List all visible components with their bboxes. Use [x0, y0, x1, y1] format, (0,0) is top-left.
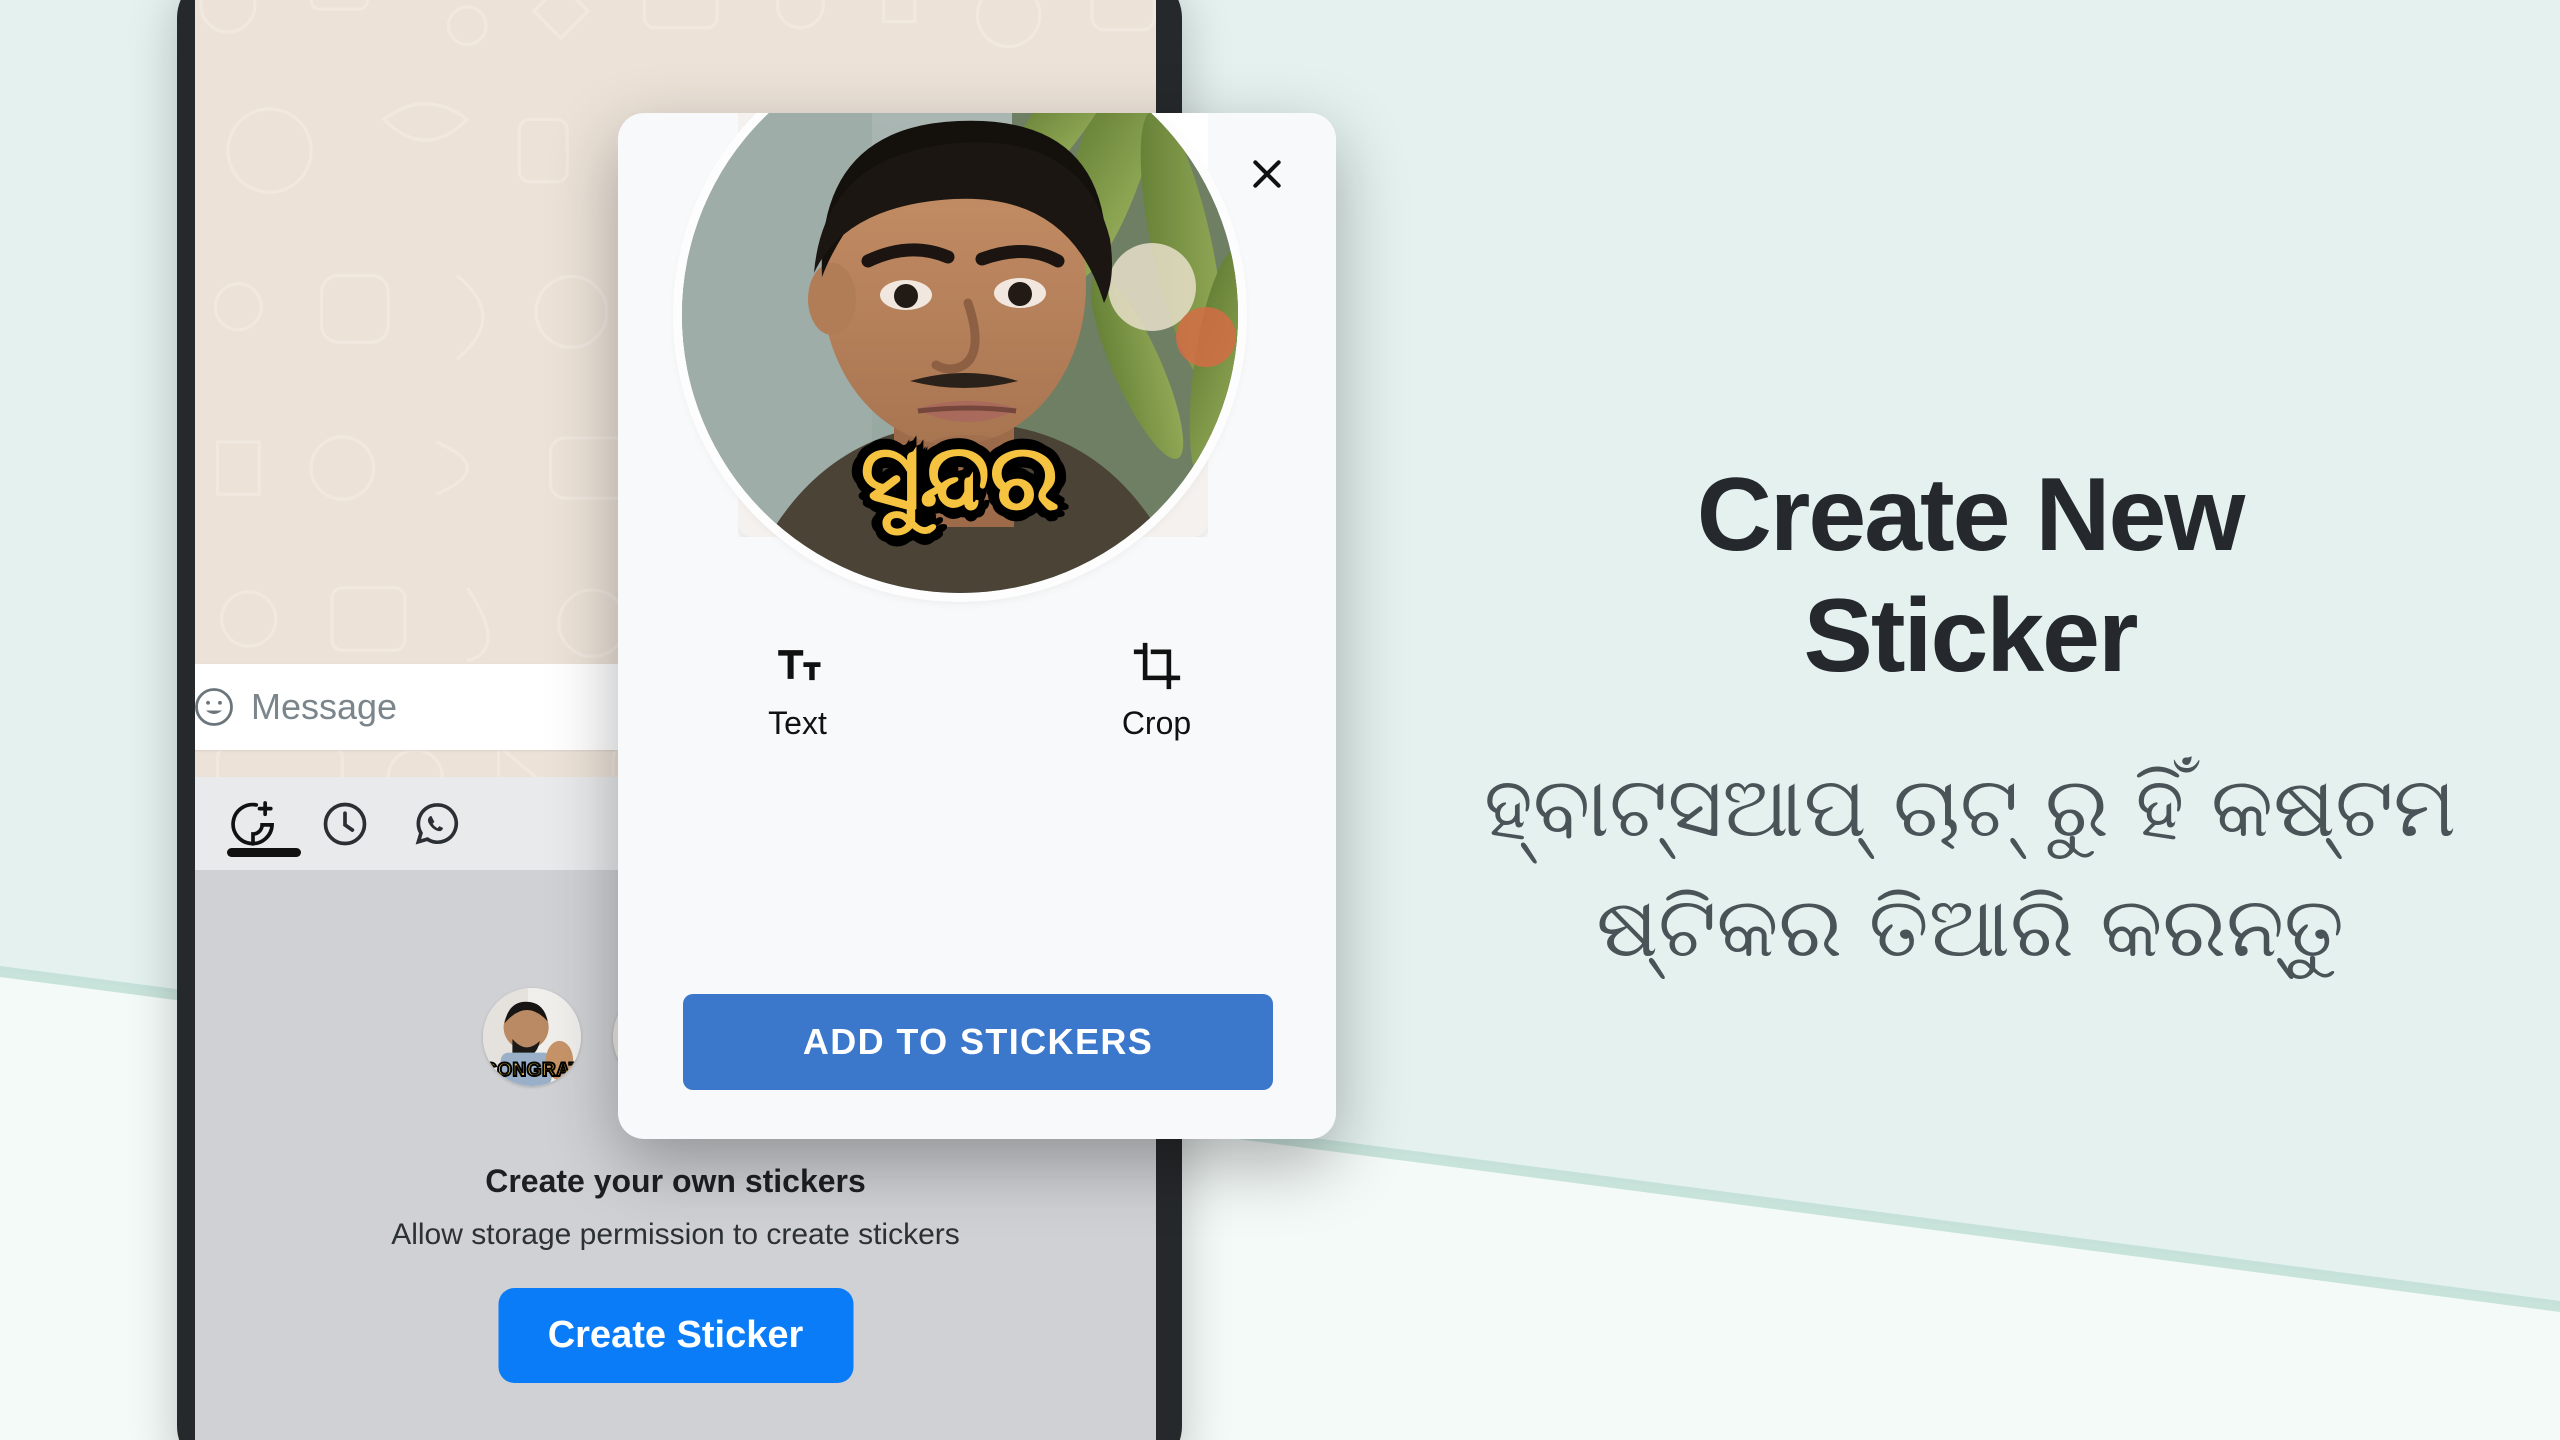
crop-icon — [1133, 642, 1180, 690]
sticker-add-icon[interactable] — [227, 798, 279, 850]
text-format-icon — [777, 650, 820, 681]
promo-title-line-2: Sticker — [1803, 577, 2139, 694]
smiley-icon[interactable] — [195, 686, 235, 728]
promo-subtitle-line-1: ହ୍ବାଟ୍ସଆପ୍ ଚାଟ୍ ରୁ ହିଁ କଷ୍ଟମ — [1483, 758, 2457, 857]
crop-tool-button[interactable]: Crop — [977, 641, 1336, 771]
promo-title: Create New Sticker — [1390, 455, 2550, 696]
crop-tool-label: Crop — [1121, 705, 1192, 741]
tray-sticker-label: CONGRATS — [483, 1059, 581, 1082]
sticker-tools-row: Text Crop — [618, 641, 1336, 771]
add-to-stickers-button[interactable]: ADD TO STICKERS — [683, 994, 1273, 1090]
create-sticker-button[interactable]: Create Sticker — [498, 1288, 853, 1383]
text-tool-button[interactable]: Text — [618, 641, 977, 771]
text-tool-label: Text — [768, 705, 827, 741]
tray-empty-subtitle: Allow storage permission to create stick… — [391, 1218, 960, 1251]
sticker-preview[interactable]: ସୁନ୍ଦର — [642, 113, 1282, 649]
whatsapp-icon[interactable] — [411, 798, 463, 850]
promo-title-line-1: Create New — [1696, 457, 2245, 573]
create-sticker-dialog: ସୁନ୍ଦର Text Crop ADD TO STICKERS — [618, 113, 1336, 1139]
promo-copy: Create New Sticker ହ୍ବାଟ୍ସଆପ୍ ଚାଟ୍ ରୁ ହି… — [1390, 455, 2550, 987]
sticker-caption-text: ସୁନ୍ଦର — [860, 424, 1060, 531]
tray-sticker-congrats[interactable]: CONGRATS — [483, 988, 581, 1086]
active-tab-indicator — [227, 848, 301, 857]
clock-icon[interactable] — [319, 798, 371, 850]
tray-empty-title: Create your own stickers — [485, 1163, 866, 1199]
message-input-placeholder[interactable]: Message — [251, 686, 397, 728]
promo-subtitle: ହ୍ବାଟ୍ସଆପ୍ ଚାଟ୍ ରୁ ହିଁ କଷ୍ଟମ ଷ୍ଟିକର ତିଆର… — [1390, 748, 2550, 987]
promo-subtitle-line-2: ଷ୍ଟିକର ତିଆରି କରନ୍ତୁ — [1596, 877, 2344, 976]
